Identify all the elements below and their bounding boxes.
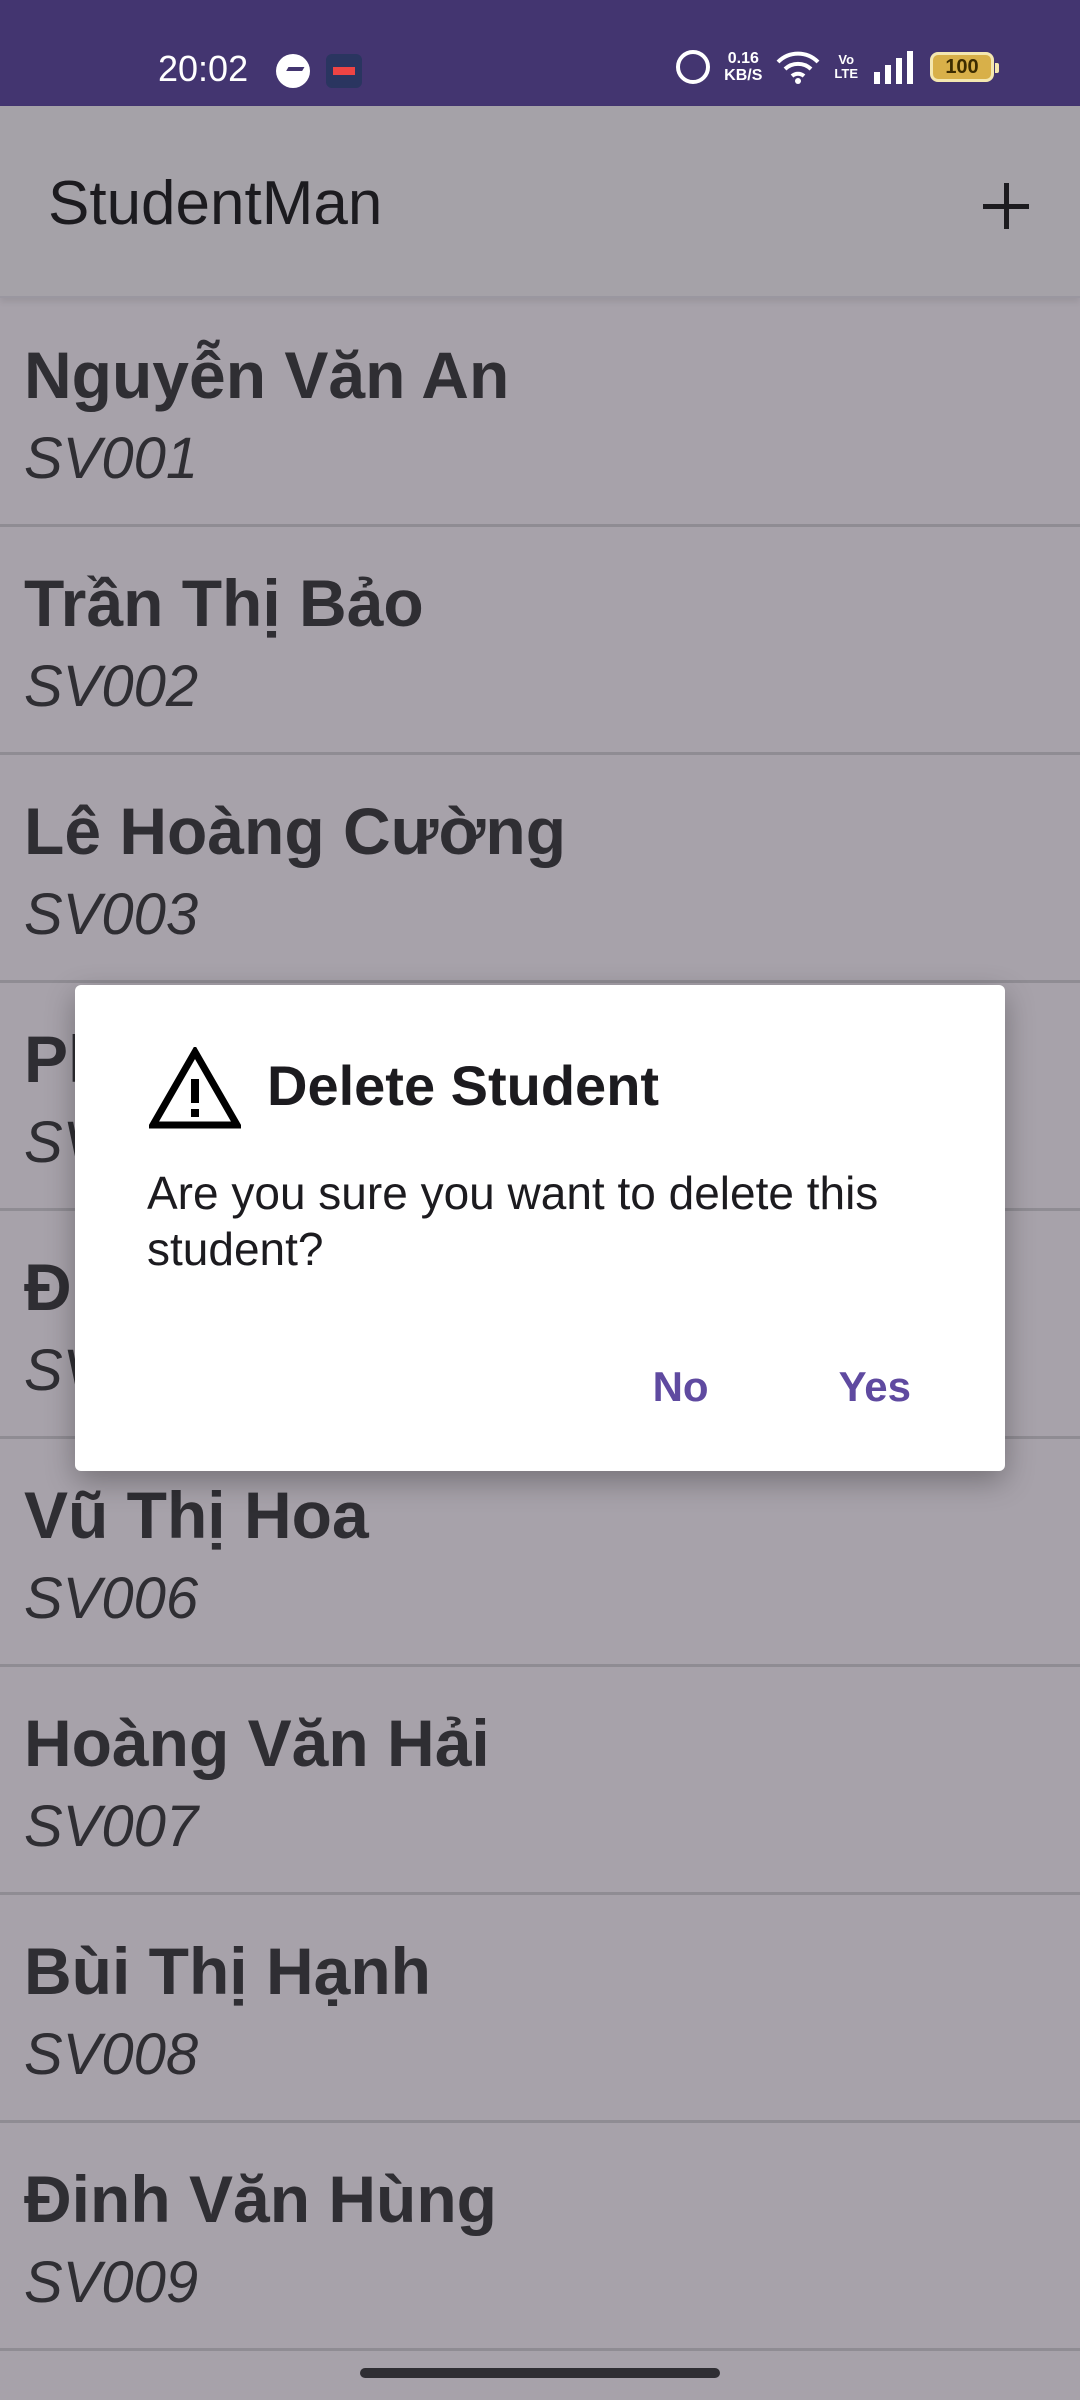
app-notification-icon bbox=[326, 54, 362, 88]
student-name: Nguyễn Văn An bbox=[24, 338, 510, 412]
network-speed: 0.16 KB/S bbox=[724, 50, 762, 84]
app-toolbar: StudentMan bbox=[0, 106, 1080, 298]
status-right: 0.16 KB/S Vo LTE 100 bbox=[676, 50, 999, 84]
student-id: SV001 bbox=[24, 426, 199, 491]
volte-indicator: Vo LTE bbox=[834, 53, 858, 81]
student-id: SV002 bbox=[24, 654, 199, 719]
app-title: StudentMan bbox=[48, 169, 383, 238]
volte-top: Vo bbox=[838, 52, 855, 67]
student-name: Lê Hoàng Cường bbox=[24, 794, 567, 868]
student-id: SV009 bbox=[24, 2250, 199, 2315]
signal-icon bbox=[872, 50, 916, 84]
notification-icons bbox=[276, 54, 362, 88]
net-speed-unit: KB/S bbox=[724, 67, 763, 84]
list-item[interactable]: Nguyễn Văn An SV001 bbox=[0, 299, 1080, 527]
plus-icon-vertical bbox=[1003, 183, 1009, 229]
status-bar: 20:02 0.16 KB/S Vo LTE 100 bbox=[0, 0, 1080, 106]
student-id: SV006 bbox=[24, 1566, 199, 1631]
student-id: SV008 bbox=[24, 2022, 199, 2087]
list-item[interactable]: Bùi Thị Hạnh SV008 bbox=[0, 1895, 1080, 2123]
home-indicator[interactable] bbox=[360, 2368, 720, 2378]
dialog-title: Delete Student bbox=[267, 1054, 660, 1117]
list-item[interactable]: Lê Hoàng Cường SV003 bbox=[0, 755, 1080, 983]
dialog-actions: No Yes bbox=[653, 1363, 911, 1411]
alarm-icon bbox=[676, 50, 711, 84]
yes-button[interactable]: Yes bbox=[839, 1363, 911, 1411]
wifi-icon bbox=[776, 50, 820, 84]
student-name: Trần Thị Bảo bbox=[24, 566, 424, 640]
no-button[interactable]: No bbox=[653, 1363, 709, 1411]
delete-confirm-dialog: Delete Student Are you sure you want to … bbox=[75, 985, 1005, 1471]
list-item[interactable]: Vũ Thị Hoa SV006 bbox=[0, 1439, 1080, 1667]
student-name: Đinh Văn Hùng bbox=[24, 2162, 497, 2236]
student-name: Hoàng Văn Hải bbox=[24, 1706, 490, 1780]
dialog-message: Are you sure you want to delete this stu… bbox=[147, 1167, 879, 1275]
list-item[interactable]: Hoàng Văn Hải SV007 bbox=[0, 1667, 1080, 1895]
battery-icon: 100 bbox=[930, 52, 999, 82]
messenger-icon bbox=[276, 54, 310, 88]
volte-bottom: LTE bbox=[834, 66, 858, 81]
warning-icon bbox=[149, 1047, 241, 1129]
add-student-button[interactable] bbox=[968, 168, 1044, 244]
list-item[interactable]: Đinh Văn Hùng SV009 bbox=[0, 2123, 1080, 2351]
net-speed-value: 0.16 bbox=[727, 50, 759, 67]
status-time: 20:02 bbox=[158, 48, 249, 89]
student-name: Vũ Thị Hoa bbox=[24, 1478, 369, 1552]
list-item[interactable]: Trần Thị Bảo SV002 bbox=[0, 527, 1080, 755]
student-name: Bùi Thị Hạnh bbox=[24, 1934, 431, 2008]
student-id: SV003 bbox=[24, 882, 199, 947]
student-id: SV007 bbox=[24, 1794, 199, 1859]
